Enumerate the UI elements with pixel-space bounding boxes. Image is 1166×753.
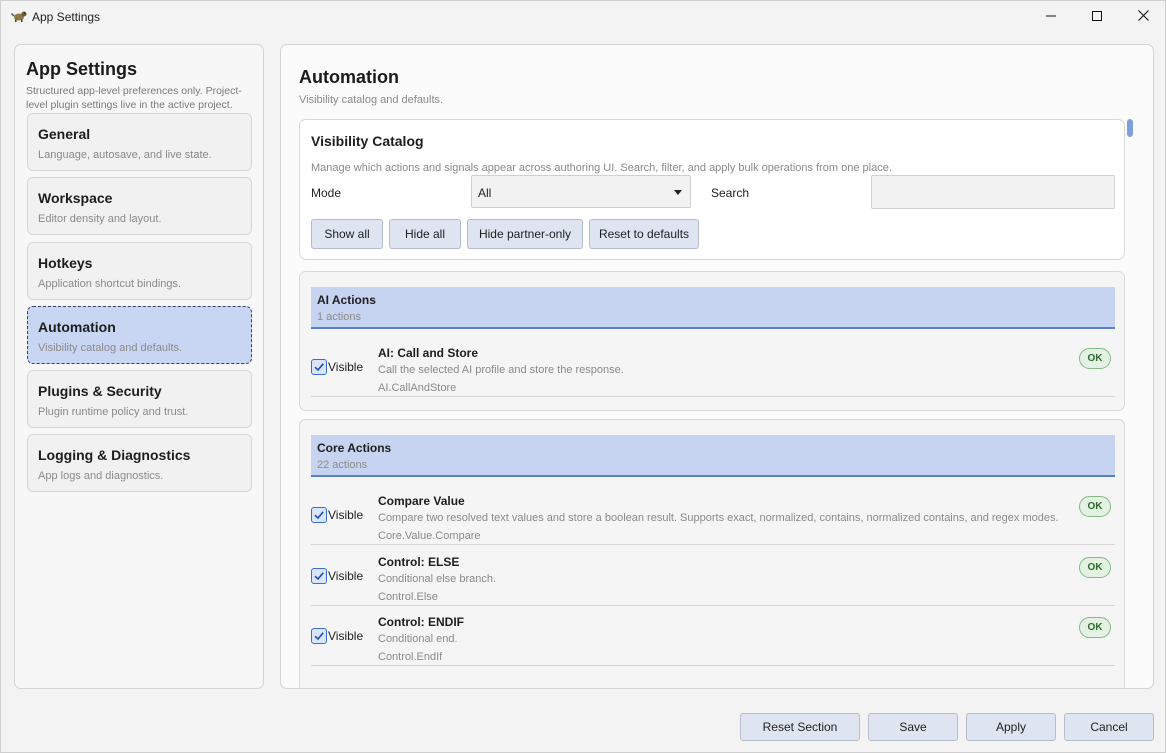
mode-select[interactable]: All — [471, 175, 691, 208]
scrollbar-thumb[interactable] — [1127, 119, 1133, 137]
action-description: Call the selected AI profile and store t… — [378, 364, 624, 376]
reset-section-button[interactable]: Reset Section — [740, 713, 860, 741]
action-description: Conditional else branch. — [378, 573, 497, 585]
close-button[interactable] — [1120, 1, 1166, 32]
sidebar-item-description: Application shortcut bindings. — [38, 278, 182, 290]
visible-label: Visible — [328, 359, 364, 374]
status-badge: OK — [1079, 496, 1111, 517]
window-title: App Settings — [32, 10, 101, 24]
sidebar-item-hotkeys[interactable]: Hotkeys Application shortcut bindings. — [27, 242, 252, 300]
visible-checkbox[interactable]: Visible — [311, 546, 363, 605]
sidebar-item-description: Visibility catalog and defaults. — [38, 342, 183, 354]
list-item: Visible Compare Value Compare two resolv… — [311, 485, 1115, 545]
title-bar: App Settings — [1, 1, 1165, 32]
page-subtitle: Visibility catalog and defaults. — [299, 94, 444, 106]
action-description: Conditional end. — [378, 633, 458, 645]
save-button[interactable]: Save — [868, 713, 958, 741]
sidebar-item-description: Editor density and layout. — [38, 213, 162, 225]
automation-panel: Automation Visibility catalog and defaul… — [280, 44, 1154, 689]
minimize-button[interactable] — [1028, 1, 1074, 32]
dog-app-icon — [11, 9, 27, 23]
group-count: 1 actions — [317, 311, 362, 323]
hide-partner-only-button[interactable]: Hide partner-only — [467, 219, 583, 249]
action-title: Control: ENDIF — [378, 615, 464, 629]
show-all-button[interactable]: Show all — [311, 219, 383, 249]
sidebar-title: App Settings — [26, 59, 137, 79]
sidebar-item-logging-diagnostics[interactable]: Logging & Diagnostics App logs and diagn… — [27, 434, 252, 492]
catalog-description: Manage which actions and signals appear … — [311, 162, 892, 174]
chevron-down-icon — [674, 190, 682, 195]
mode-label: Mode — [311, 186, 342, 200]
sidebar-item-automation[interactable]: Automation Visibility catalog and defaul… — [27, 306, 252, 364]
mode-select-value: All — [478, 186, 492, 200]
visible-label: Visible — [328, 568, 364, 583]
action-title: AI: Call and Store — [378, 346, 479, 360]
minimize-icon — [1046, 10, 1056, 24]
status-badge: OK — [1079, 617, 1111, 638]
status-badge: OK — [1079, 557, 1111, 578]
maximize-button[interactable] — [1074, 1, 1120, 32]
status-badge: OK — [1079, 348, 1111, 369]
group-header: Core Actions 22 actions — [311, 435, 1115, 477]
catalog-title: Visibility Catalog — [311, 133, 424, 149]
group-count: 22 actions — [317, 459, 368, 471]
visible-checkbox[interactable]: Visible — [311, 606, 363, 665]
action-title: Control: ELSE — [378, 555, 460, 569]
sidebar-item-description: App logs and diagnostics. — [38, 470, 164, 482]
sidebar-item-label: Logging & Diagnostics — [38, 447, 191, 463]
sidebar-item-label: General — [38, 126, 91, 142]
list-item: Visible AI: Call and Store Call the sele… — [311, 337, 1115, 397]
maximize-icon — [1092, 10, 1102, 24]
list-item: Visible Control: ELSE Conditional else b… — [311, 546, 1115, 606]
sidebar-item-general[interactable]: General Language, autosave, and live sta… — [27, 113, 252, 171]
visible-checkbox[interactable]: Visible — [311, 485, 363, 544]
list-item: Visible Control: ENDIF Conditional end. … — [311, 606, 1115, 666]
group-title: AI Actions — [317, 293, 376, 307]
sidebar-item-label: Plugins & Security — [38, 383, 162, 399]
close-icon — [1137, 9, 1149, 24]
sidebar-item-label: Hotkeys — [38, 255, 93, 271]
cancel-button[interactable]: Cancel — [1064, 713, 1154, 741]
visible-label: Visible — [328, 507, 364, 522]
app-settings-window: App Settings App Settings Structured app… — [0, 0, 1166, 753]
checkmark-icon — [311, 358, 327, 375]
search-input[interactable] — [871, 175, 1115, 209]
checkmark-icon — [311, 506, 327, 523]
action-description: Compare two resolved text values and sto… — [378, 512, 1059, 524]
checkmark-icon — [311, 567, 327, 584]
apply-button[interactable]: Apply — [966, 713, 1056, 741]
visibility-catalog-card: Visibility Catalog Manage which actions … — [299, 119, 1125, 260]
reset-to-defaults-button[interactable]: Reset to defaults — [589, 219, 699, 249]
action-id: Core.Value.Compare — [378, 530, 481, 542]
visible-checkbox[interactable]: Visible — [311, 337, 363, 396]
search-label: Search — [711, 186, 750, 200]
content-scrollbar[interactable] — [1126, 119, 1134, 669]
sidebar-item-plugins-security[interactable]: Plugins & Security Plugin runtime policy… — [27, 370, 252, 428]
sidebar-item-label: Workspace — [38, 190, 113, 206]
checkmark-icon — [311, 627, 327, 644]
action-title: Compare Value — [378, 494, 465, 508]
action-id: AI.CallAndStore — [378, 382, 457, 394]
group-core-actions: Core Actions 22 actions Visible Compare … — [299, 419, 1125, 688]
visible-label: Visible — [328, 628, 364, 643]
hide-all-button[interactable]: Hide all — [389, 219, 461, 249]
sidebar-item-description: Plugin runtime policy and trust. — [38, 406, 189, 418]
group-title: Core Actions — [317, 441, 392, 455]
action-id: Control.EndIf — [378, 651, 443, 663]
settings-sidebar: App Settings Structured app-level prefer… — [14, 44, 264, 689]
group-header: AI Actions 1 actions — [311, 287, 1115, 329]
sidebar-description: Structured app-level preferences only. P… — [26, 85, 242, 111]
sidebar-item-workspace[interactable]: Workspace Editor density and layout. — [27, 177, 252, 235]
page-title: Automation — [299, 67, 399, 87]
sidebar-item-label: Automation — [38, 319, 116, 335]
action-id: Control.Else — [378, 591, 438, 603]
sidebar-item-description: Language, autosave, and live state. — [38, 149, 212, 161]
group-ai-actions: AI Actions 1 actions Visible AI: Call an… — [299, 271, 1125, 411]
